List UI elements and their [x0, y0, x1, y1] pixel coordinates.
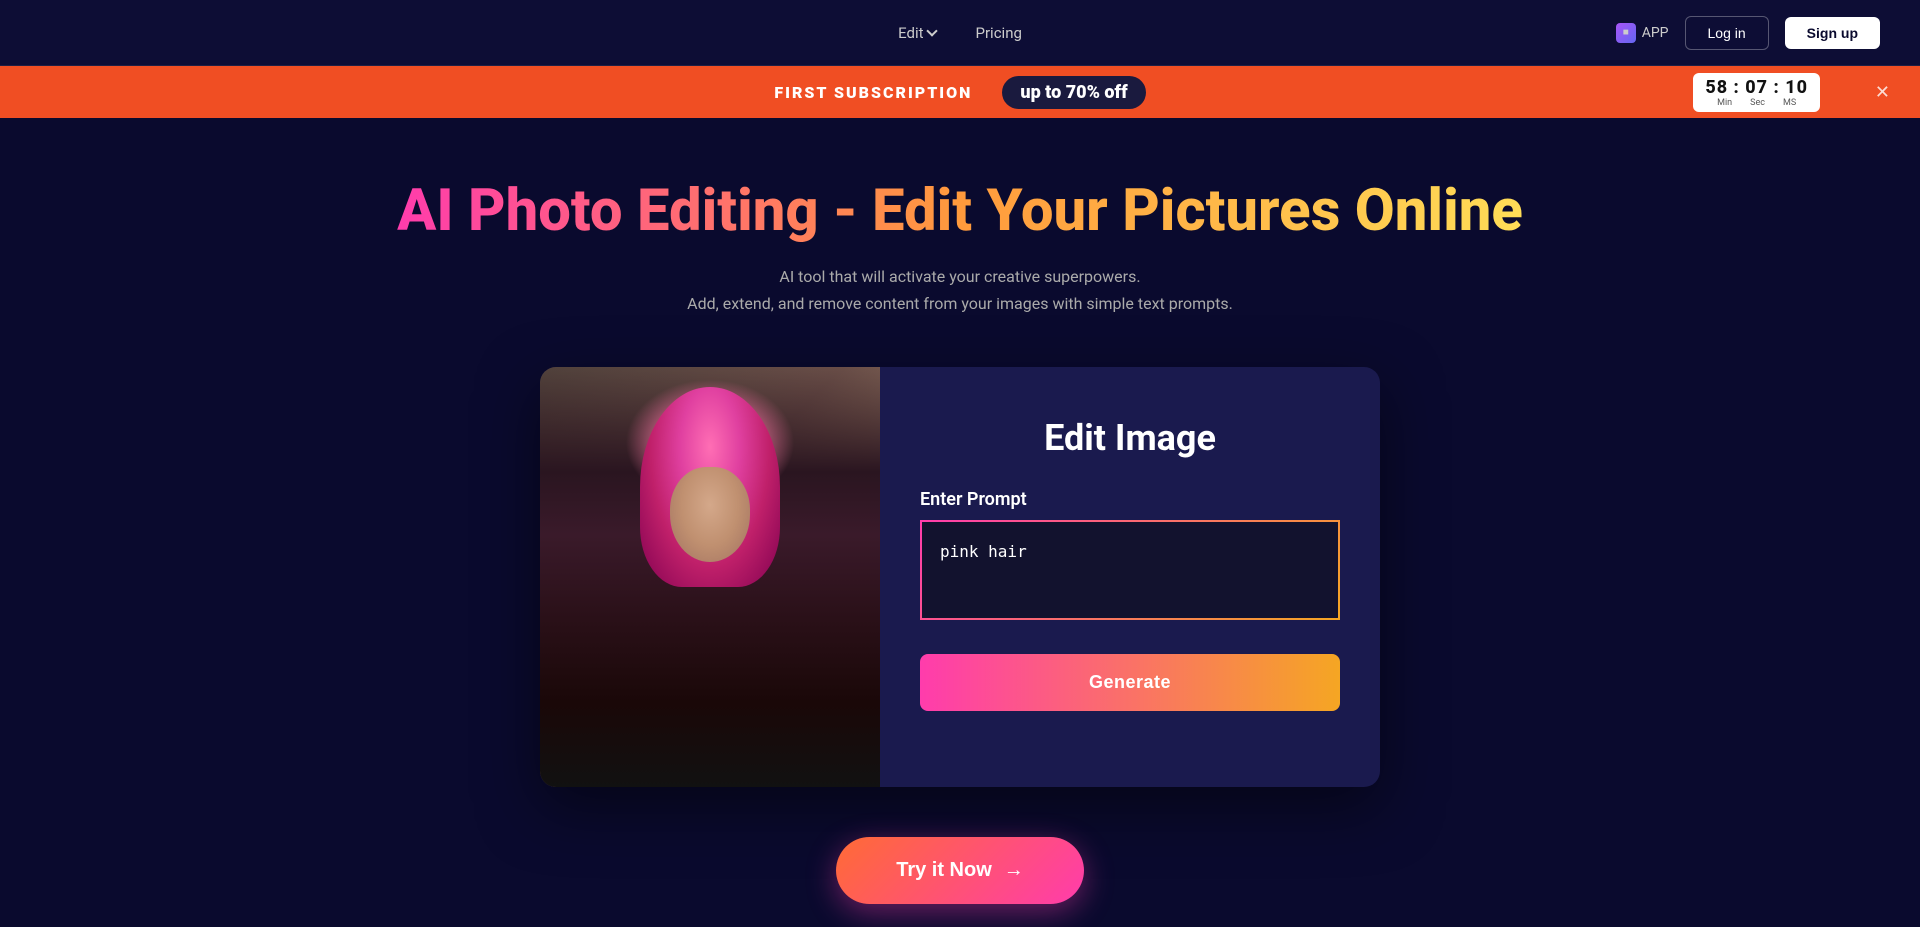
panel-title: Edit Image: [920, 417, 1340, 459]
woman-face: [670, 467, 750, 562]
offer-prefix: up to: [1020, 82, 1065, 103]
card-panel: Edit Image Enter Prompt Generate: [880, 367, 1380, 787]
nav-right: ■ APP Log in Sign up: [1616, 16, 1880, 50]
nav-edit[interactable]: Edit: [898, 24, 935, 42]
try-it-now-button[interactable]: Try it Now →: [836, 837, 1084, 904]
try-it-now-label: Try it Now: [896, 859, 992, 882]
timer-sec-label: Sec: [1750, 98, 1765, 108]
promo-offer-badge: up to 70% off: [1002, 76, 1145, 109]
login-button[interactable]: Log in: [1685, 16, 1769, 50]
card-image: [540, 367, 880, 787]
try-section: Try it Now →: [836, 837, 1084, 904]
hero-sub-line2: Add, extend, and remove content from you…: [687, 294, 1233, 313]
generate-button[interactable]: Generate: [920, 654, 1340, 711]
prompt-section: Enter Prompt: [920, 489, 1340, 624]
nav-pricing-label: Pricing: [976, 24, 1022, 42]
offer-suffix: off: [1100, 82, 1128, 103]
nav-pricing[interactable]: Pricing: [976, 24, 1022, 42]
offer-amount: 70%: [1066, 82, 1100, 103]
prompt-label: Enter Prompt: [920, 489, 1340, 510]
timer-display: 58 : 07 : 10: [1705, 77, 1808, 98]
nav-edit-label: Edit: [898, 24, 923, 42]
promo-subscription-text: FIRST SUBSCRIPTION: [774, 83, 972, 102]
promo-banner: FIRST SUBSCRIPTION up to 70% off 58 : 07…: [0, 66, 1920, 118]
hero-subtitle: AI tool that will activate your creative…: [687, 263, 1233, 317]
app-label: APP: [1642, 25, 1669, 41]
signup-button[interactable]: Sign up: [1785, 17, 1880, 49]
app-button[interactable]: ■ APP: [1616, 23, 1669, 43]
countdown-timer: 58 : 07 : 10 Min Sec MS: [1693, 73, 1820, 112]
hero-section: AI Photo Editing - Edit Your Pictures On…: [0, 118, 1920, 924]
edit-card: Edit Image Enter Prompt Generate: [540, 367, 1380, 787]
hero-title: AI Photo Editing - Edit Your Pictures On…: [397, 178, 1523, 245]
try-arrow-icon: →: [1004, 859, 1024, 882]
timer-ms-label: MS: [1783, 98, 1796, 108]
timer-labels: Min Sec MS: [1717, 98, 1796, 108]
app-icon: ■: [1616, 23, 1636, 43]
nav-center: Edit Pricing: [898, 24, 1022, 42]
close-banner-button[interactable]: ✕: [1875, 82, 1890, 103]
navbar: Edit Pricing ■ APP Log in Sign up: [0, 0, 1920, 66]
chevron-down-icon: [926, 25, 937, 36]
hero-sub-line1: AI tool that will activate your creative…: [779, 267, 1140, 286]
timer-min-label: Min: [1717, 98, 1732, 108]
prompt-input[interactable]: [920, 520, 1340, 620]
